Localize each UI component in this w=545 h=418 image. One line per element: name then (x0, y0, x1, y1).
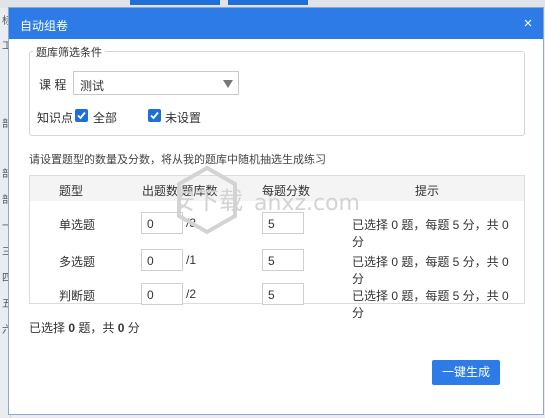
close-button[interactable]: × (517, 13, 539, 35)
score-value: 5 (268, 217, 275, 231)
bank-total: /1 (186, 253, 197, 267)
dropdown-arrow-icon (223, 80, 233, 88)
instruction-text: 请设置题型的数量及分数，将从我的题库中随机抽选生成练习 (29, 154, 326, 166)
background-tab (130, 0, 220, 5)
header-count: 出题数/题库数 (142, 184, 218, 198)
row-type: 判断题 (59, 289, 96, 303)
score-value: 5 (268, 288, 275, 302)
bank-total: /3 (186, 216, 197, 230)
count-input[interactable]: 0 (141, 249, 183, 271)
count-value: 0 (147, 288, 154, 302)
question-table: 题型 出题数/题库数 每题分数 提示 单选题 0 /3 5 已选择 0 题，每题… (29, 175, 525, 320)
summary-middle: 题，共 (75, 321, 118, 335)
row-tip: 已选择 0 题，每题 5 分，共 0 分 (352, 218, 509, 249)
filter-legend: 题库筛选条件 (33, 44, 105, 60)
dialog-titlebar: 自动组卷 × (9, 8, 543, 39)
count-input[interactable]: 0 (141, 283, 183, 305)
background-tab (228, 0, 308, 5)
unset-checkbox-label: 未设置 (165, 111, 202, 125)
header-type: 题型 (59, 184, 84, 198)
auto-paper-dialog: 自动组卷 × 题库筛选条件 课 程 测试 知识点 全部 未设置 请设置题型的数量… (8, 7, 544, 415)
course-label: 课 程 (39, 78, 67, 92)
header-tip: 提示 (415, 184, 440, 198)
all-checkbox-label: 全部 (93, 111, 118, 125)
score-input[interactable]: 5 (262, 212, 304, 234)
bank-total: /2 (186, 287, 197, 301)
count-value: 0 (147, 254, 154, 268)
table-header: 题型 出题数/题库数 每题分数 提示 (30, 176, 524, 201)
summary-prefix: 已选择 (29, 321, 69, 335)
unset-checkbox[interactable] (148, 109, 161, 122)
selection-summary: 已选择 0 题，共 0 分 (29, 319, 140, 336)
dialog-title: 自动组卷 (20, 19, 69, 33)
row-type: 单选题 (59, 218, 96, 232)
score-input[interactable]: 5 (262, 283, 304, 305)
summary-suffix: 分 (124, 321, 140, 335)
row-tip: 已选择 0 题，每题 5 分，共 0 分 (352, 255, 509, 286)
checkmark-icon (77, 111, 86, 120)
course-select-value: 测试 (80, 79, 105, 93)
row-type: 多选题 (59, 255, 96, 269)
score-value: 5 (268, 254, 275, 268)
generate-button[interactable]: 一键生成 (432, 360, 500, 385)
all-checkbox[interactable] (75, 109, 88, 122)
knowledge-label: 知识点 (37, 111, 74, 125)
header-score: 每题分数 (262, 184, 311, 198)
course-select[interactable]: 测试 (73, 71, 239, 95)
checkmark-icon (150, 111, 159, 120)
score-input[interactable]: 5 (262, 249, 304, 271)
row-tip: 已选择 0 题，每题 5 分，共 0 分 (352, 289, 509, 320)
count-value: 0 (147, 217, 154, 231)
count-input[interactable]: 0 (141, 212, 183, 234)
